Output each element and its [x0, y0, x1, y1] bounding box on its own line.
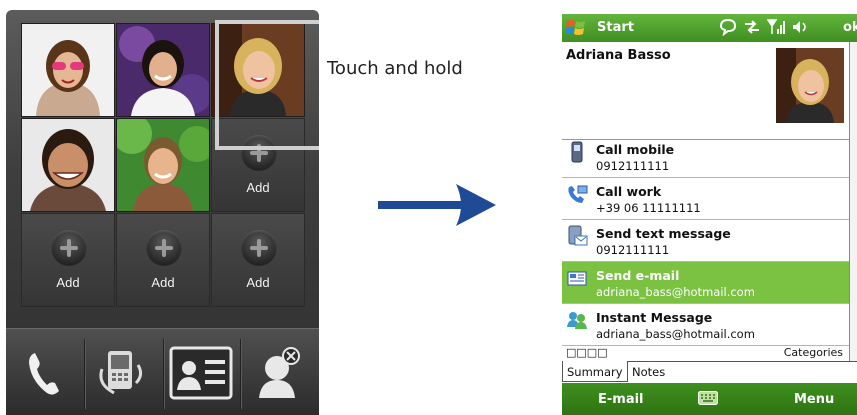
remove-contact-icon [259, 347, 300, 398]
add-label: Add [246, 275, 270, 290]
instruction-caption: Touch and hold [327, 58, 463, 79]
device-button[interactable] [88, 337, 158, 409]
remove-contact-button[interactable] [244, 337, 314, 409]
row-value: 0912111111 [596, 243, 670, 257]
row-label: Instant Message [596, 310, 713, 325]
add-label: Add [56, 275, 80, 290]
favorites-screen: Add Add Add Add [6, 10, 319, 415]
phone-button[interactable] [10, 337, 80, 409]
contact-details-screen: Start ok Adriana Basso Call mobile 09121… [562, 14, 857, 415]
action-row-send-email[interactable]: Send e-mail adriana_bass@hotmail.com [562, 262, 849, 304]
row-label: Send text message [596, 226, 731, 241]
categories-field[interactable]: Categories [784, 346, 843, 359]
row-value: 0912111111 [596, 159, 670, 173]
favorites-toolbar [6, 328, 319, 415]
add-icon [51, 230, 87, 266]
mobile-phone-icon [571, 141, 583, 163]
action-row-call-mobile[interactable]: Call mobile 0912111111 [562, 136, 849, 178]
row-value: +39 06 11111111 [596, 201, 701, 215]
contact-header: Adriana Basso [562, 42, 849, 140]
windows-start-icon[interactable] [565, 17, 587, 39]
email-softkey[interactable]: E-mail [598, 392, 644, 407]
contact-photo-2[interactable] [116, 23, 210, 117]
signal-icon [767, 19, 785, 34]
contact-photo [776, 48, 844, 123]
right-arrow-icon [378, 184, 496, 226]
email-icon [567, 271, 587, 286]
start-menu-label[interactable]: Start [597, 20, 634, 35]
tab-strip: Summary Notes [562, 361, 857, 384]
add-contact-slot[interactable]: Add [116, 213, 210, 307]
menu-softkey[interactable]: Menu [794, 392, 834, 407]
status-icons [719, 18, 809, 36]
row-label: Call work [596, 184, 662, 199]
row-value: adriana_bass@hotmail.com [596, 327, 755, 341]
title-bar: Start ok [562, 14, 857, 42]
softkey-bar: E-mail Menu [562, 383, 857, 415]
device-icon [99, 351, 143, 395]
volume-icon [793, 21, 806, 33]
message-icon [719, 18, 737, 36]
add-contact-slot[interactable]: Add [21, 213, 115, 307]
keyboard-icon[interactable] [698, 391, 718, 405]
row-label: Send e-mail [596, 268, 680, 283]
tab-notes[interactable]: Notes [628, 361, 669, 382]
contact-photo-3-adriana[interactable] [211, 23, 305, 117]
text-message-icon [568, 225, 588, 246]
tags-line: □□□□ Categories [562, 346, 849, 360]
add-label: Add [246, 180, 270, 195]
add-contact-slot[interactable]: Add [211, 118, 305, 212]
action-row-send-text[interactable]: Send text message 0912111111 [562, 220, 849, 262]
scrollbar[interactable] [849, 42, 857, 364]
work-phone-icon [568, 185, 588, 203]
instant-message-icon [567, 312, 587, 329]
add-contact-slot[interactable]: Add [211, 213, 305, 307]
add-icon [146, 230, 182, 266]
contact-card-icon [169, 346, 233, 400]
row-label: Call mobile [596, 142, 675, 157]
ok-button[interactable]: ok [843, 20, 857, 35]
contact-photo-1[interactable] [21, 23, 115, 117]
contact-photo-4[interactable] [21, 118, 115, 212]
row-value: adriana_bass@hotmail.com [596, 285, 755, 299]
contact-name: Adriana Basso [566, 48, 671, 63]
action-row-instant-message[interactable]: Instant Message adriana_bass@hotmail.com [562, 304, 849, 346]
contact-photo-5[interactable] [116, 118, 210, 212]
favorite-contacts-grid: Add Add Add Add [21, 20, 319, 311]
add-icon [241, 230, 277, 266]
action-row-call-work[interactable]: Call work +39 06 11111111 [562, 178, 849, 220]
phone-icon [29, 353, 59, 395]
tag-squares: □□□□ [566, 346, 608, 359]
connectivity-icon [745, 20, 759, 34]
tab-summary[interactable]: Summary [562, 361, 628, 382]
add-icon [241, 135, 277, 171]
contact-card-button[interactable] [166, 337, 236, 409]
add-label: Add [151, 275, 175, 290]
